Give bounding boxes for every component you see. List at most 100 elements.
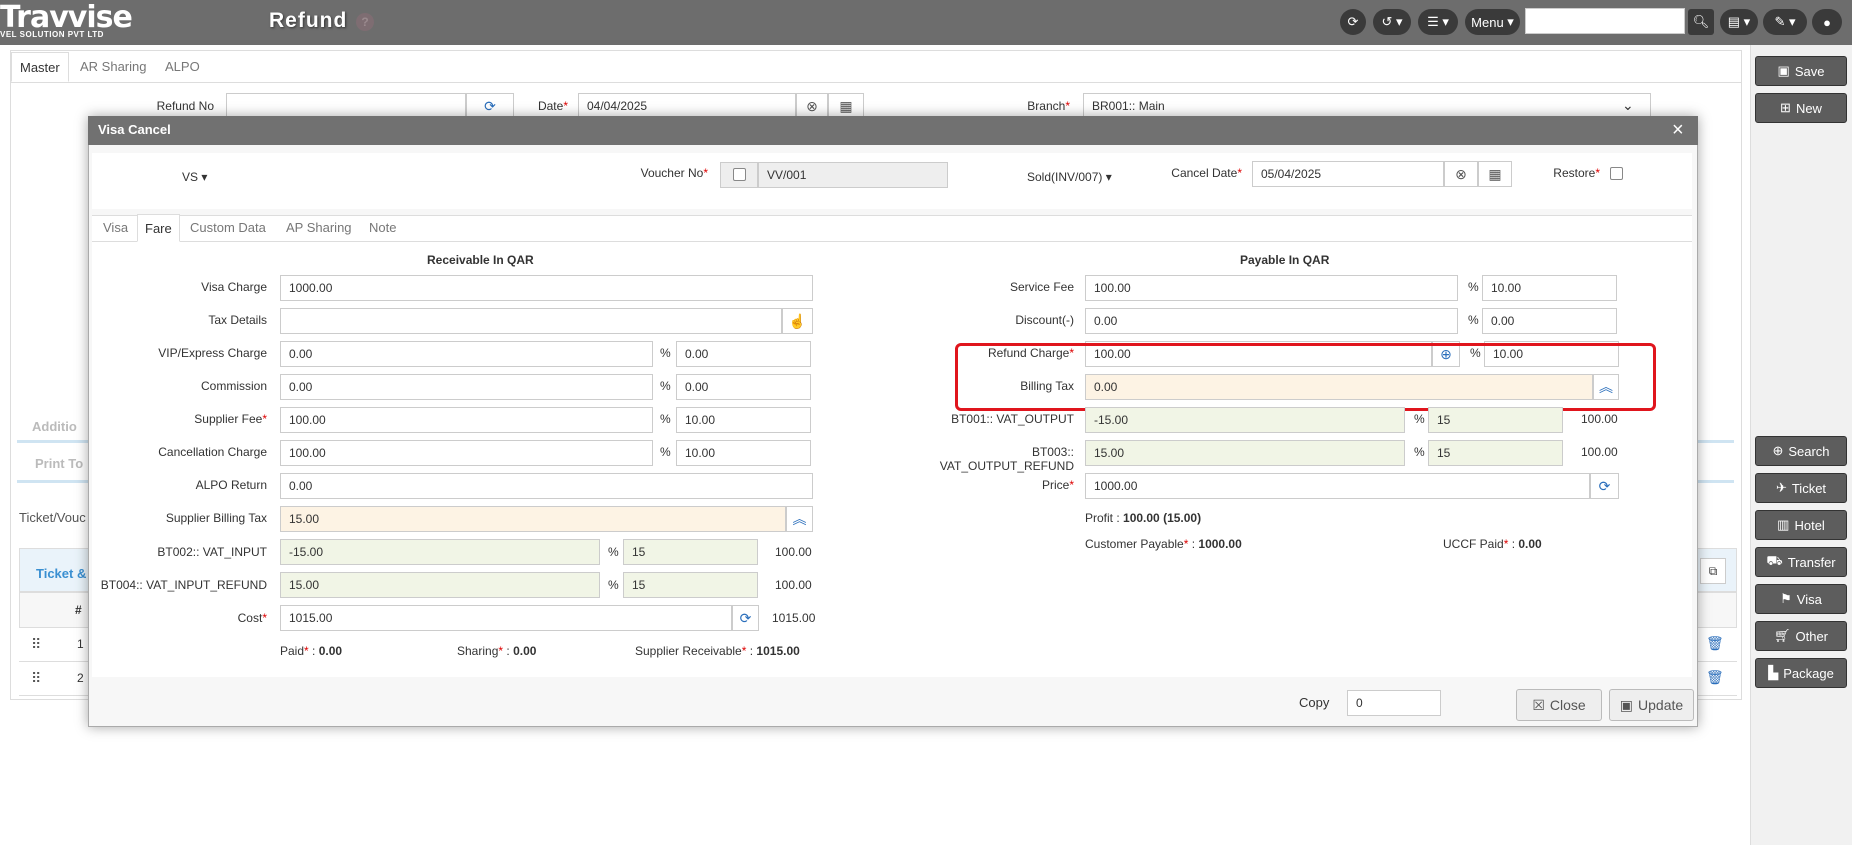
clear-date-icon[interactable]: ⊗	[1444, 161, 1478, 187]
hand-pointer-icon[interactable]: ☝	[782, 308, 813, 334]
close-icon[interactable]: ×	[1672, 119, 1684, 142]
sharing-summary: Sharing* : 0.00	[457, 644, 537, 658]
row-number: 1	[77, 637, 84, 651]
global-search-input[interactable]	[1525, 8, 1685, 34]
refresh-icon[interactable]: ⟳	[1590, 473, 1619, 499]
type-dropdown[interactable]: VS ▾	[182, 170, 207, 184]
bt001-vat-output-value[interactable]: -15.00	[1085, 407, 1405, 433]
tab-note[interactable]: Note	[362, 214, 403, 242]
other-button[interactable]: 🛒︎ Other	[1755, 621, 1847, 651]
tab-master[interactable]: Master	[11, 52, 69, 82]
supplier-fee-percent-input[interactable]: 10.00	[676, 407, 811, 433]
ticket-button-label: Ticket	[1791, 480, 1827, 496]
bt004-percent-input[interactable]: 15	[623, 572, 758, 598]
menu-button[interactable]: Menu ▾	[1465, 9, 1520, 35]
cancel-date-label: Cancel Date*	[1171, 166, 1242, 180]
save-button[interactable]: ▣ Save	[1755, 56, 1847, 86]
bt003-percent-input[interactable]: 15	[1428, 440, 1563, 466]
history-dropdown-icon[interactable]: ↺ ▾	[1373, 9, 1411, 35]
price-input[interactable]: 1000.00	[1085, 473, 1590, 499]
refresh-icon[interactable]: ⟳	[732, 605, 759, 631]
tab-ar-sharing[interactable]: AR Sharing	[72, 52, 154, 82]
tab-fare[interactable]: Fare	[137, 214, 180, 242]
restore-checkbox[interactable]	[1610, 167, 1623, 180]
search-button[interactable]: ⊕ Search	[1755, 436, 1847, 466]
chevron-up-icon[interactable]: ︽	[786, 506, 813, 532]
tab-ap-sharing[interactable]: AP Sharing	[279, 214, 359, 242]
voucher-checkbox-cell	[720, 162, 758, 188]
cost-input[interactable]: 1015.00	[280, 605, 732, 631]
discount-percent-input[interactable]: 0.00	[1482, 308, 1617, 334]
tab-visa[interactable]: Visa	[96, 214, 135, 242]
voucher-no-label: Voucher No*	[640, 166, 708, 180]
supplier-fee-input[interactable]: 100.00	[280, 407, 653, 433]
service-fee-percent-input[interactable]: 10.00	[1482, 275, 1617, 301]
alpo-return-input[interactable]: 0.00	[280, 473, 813, 499]
paid-summary: Paid* : 0.00	[280, 644, 343, 658]
supplier-billing-tax-input[interactable]: 15.00	[280, 506, 786, 532]
vip-charge-input[interactable]: 0.00	[280, 341, 653, 367]
search-icon[interactable]: 🔍︎	[1688, 9, 1714, 35]
copy-label: Copy	[1299, 695, 1330, 710]
page-title: Refund	[269, 9, 348, 32]
vip-charge-percent-input[interactable]: 0.00	[676, 341, 811, 367]
transfer-button[interactable]: ⛟ Transfer	[1755, 547, 1847, 577]
flag-icon: ⚑	[1780, 591, 1792, 606]
search-button-label: Search	[1788, 443, 1830, 459]
update-button[interactable]: ▣ Update	[1609, 689, 1694, 721]
voucher-no-input[interactable]: VV/001	[758, 162, 948, 188]
visa-button-label: Visa	[1796, 591, 1822, 607]
language-dropdown-icon[interactable]: ▤ ▾	[1720, 9, 1758, 35]
new-button[interactable]: ⊞ New	[1755, 93, 1847, 123]
commission-input[interactable]: 0.00	[280, 374, 653, 400]
theme-dropdown-icon[interactable]: ✎ ▾	[1763, 9, 1807, 35]
visa-charge-input[interactable]: 1000.00	[280, 275, 813, 301]
cancellation-charge-input[interactable]: 100.00	[280, 440, 653, 466]
chevron-down-icon: ⌄	[1622, 97, 1634, 113]
copy-input[interactable]: 0	[1347, 690, 1441, 716]
copy-icon[interactable]: ⧉	[1700, 558, 1726, 584]
hotel-button-label: Hotel	[1794, 517, 1825, 533]
save-button-label: Save	[1794, 63, 1825, 79]
cancellation-charge-percent-input[interactable]: 10.00	[676, 440, 811, 466]
bt002-percent-input[interactable]: 15	[623, 539, 758, 565]
tab-custom-data[interactable]: Custom Data	[183, 214, 273, 242]
cancellation-charge-label: Cancellation Charge	[158, 445, 267, 459]
visa-button[interactable]: ⚑ Visa	[1755, 584, 1847, 614]
hotel-button[interactable]: ▥ Hotel	[1755, 510, 1847, 540]
trash-icon[interactable]: 🗑︎	[1706, 635, 1724, 652]
cart-icon: 🛒︎	[1773, 628, 1791, 643]
list-dropdown-icon[interactable]: ☰ ▾	[1418, 9, 1458, 35]
close-button[interactable]: ☒ Close	[1516, 689, 1602, 721]
trash-icon[interactable]: 🗑︎	[1706, 669, 1724, 686]
date-label: Date*	[537, 99, 568, 113]
bt003-vat-output-refund-value[interactable]: 15.00	[1085, 440, 1405, 466]
plus-circle-icon: ⊕	[1772, 443, 1784, 458]
bt002-amount: 100.00	[775, 545, 812, 559]
commission-percent-input[interactable]: 0.00	[676, 374, 811, 400]
package-button[interactable]: ▙ Package	[1755, 658, 1847, 688]
drag-handle-icon[interactable]: ⠿	[31, 636, 41, 653]
drag-handle-icon[interactable]: ⠿	[31, 670, 41, 687]
uccf-paid-summary: UCCF Paid* : 0.00	[1443, 537, 1542, 551]
user-avatar-icon[interactable]: ●	[1812, 9, 1842, 35]
refresh-icon[interactable]: ⟳	[1340, 9, 1366, 35]
tab-alpo[interactable]: ALPO	[157, 52, 208, 82]
transfer-button-label: Transfer	[1787, 554, 1836, 570]
tab-ticket[interactable]: Ticket &	[36, 566, 86, 581]
help-icon[interactable]: ?	[356, 13, 374, 31]
calendar-icon[interactable]: ▦	[1478, 161, 1512, 187]
bt004-vat-input-refund-value[interactable]: 15.00	[280, 572, 600, 598]
sold-invoice-dropdown[interactable]: Sold(INV/007) ▾	[1027, 170, 1112, 184]
bt001-percent-input[interactable]: 15	[1428, 407, 1563, 433]
discount-input[interactable]: 0.00	[1085, 308, 1458, 334]
bt002-vat-input-value[interactable]: -15.00	[280, 539, 600, 565]
service-fee-input[interactable]: 100.00	[1085, 275, 1458, 301]
tax-details-input[interactable]	[280, 308, 782, 334]
percent-sign: %	[660, 412, 671, 426]
cancel-date-input[interactable]: 05/04/2025	[1252, 161, 1444, 187]
menu-button-label: Menu	[1471, 14, 1504, 30]
voucher-checkbox[interactable]	[733, 168, 746, 181]
ticket-button[interactable]: ✈ Ticket	[1755, 473, 1847, 503]
percent-sign: %	[608, 578, 619, 592]
